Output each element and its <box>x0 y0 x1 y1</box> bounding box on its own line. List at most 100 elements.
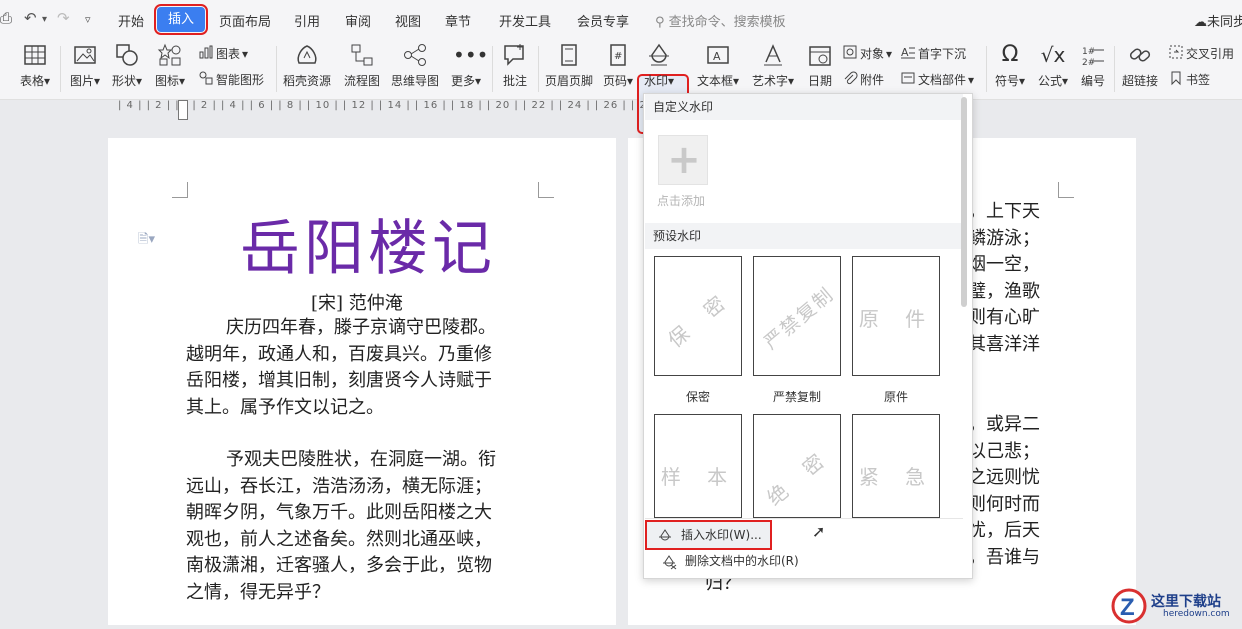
preset-watermark-original[interactable]: 原 件 <box>852 256 940 376</box>
docpart-button[interactable]: 文档部件 ▾ <box>900 70 974 89</box>
comment-button[interactable]: 批注 <box>502 42 528 89</box>
document-title: 岳阳楼记 <box>240 214 496 284</box>
attachment-label: 附件 <box>860 73 885 87</box>
formula-icon: √x <box>1040 43 1066 67</box>
picture-button[interactable]: 图片▾ <box>70 42 100 89</box>
add-custom-watermark-label: 点击添加 <box>657 194 706 208</box>
symbol-label: 符号 <box>995 74 1020 88</box>
symbol-button[interactable]: Ω 符号▾ <box>995 42 1025 89</box>
paragraph-line: 庆历四年春，滕子京谪守巴陵郡。 <box>226 317 496 338</box>
watermark-icon <box>646 42 672 68</box>
icon-library-button[interactable]: 图标▾ <box>155 42 185 89</box>
paragraph-line: ，吾谁与 <box>968 546 1040 568</box>
tab-member[interactable]: 会员专享 <box>577 11 629 30</box>
tab-view[interactable]: 视图 <box>395 11 421 30</box>
horizontal-ruler[interactable]: | 4 | | 2 | | | | 2 | | 4 | | 6 | | 8 | … <box>118 100 754 118</box>
chart-label: 图表 <box>216 47 241 61</box>
formula-button[interactable]: √x 公式▾ <box>1038 42 1068 89</box>
textbox-button[interactable]: A 文本框▾ <box>697 42 739 89</box>
paragraph-line: 观也，前人之述备矣。然则北通巫峡， <box>186 528 492 550</box>
page2-text-block-1: ，上下天 鳞游泳； 烟一空， 璧，渔歌 则有心旷 其喜洋洋 <box>968 199 1040 358</box>
chart-button[interactable]: 图表 ▾ <box>198 44 248 63</box>
paragraph-line: 南极潇湘，迁客骚人，多会于此，览物 <box>186 555 492 576</box>
tab-insert[interactable]: 插入 <box>154 4 208 35</box>
tab-chapter[interactable]: 章节 <box>445 11 471 30</box>
crossref-button[interactable]: 交叉引用 <box>1168 44 1234 63</box>
margin-corner <box>538 182 554 198</box>
preset-watermark-no-copy[interactable]: 严禁复制 <box>753 256 841 376</box>
icons-icon <box>157 42 183 68</box>
bookmark-icon <box>1168 70 1184 89</box>
hyperlink-button[interactable]: 超链接 <box>1122 42 1158 89</box>
remove-watermark-icon <box>661 553 677 570</box>
paragraph-line: 越明年，政通人和，百废具兴。乃重修 <box>186 343 492 365</box>
redo-icon[interactable]: ↷ <box>57 9 70 27</box>
watermark-preview-text: 原 件 <box>858 306 936 331</box>
header-footer-label: 页眉页脚 <box>545 74 594 88</box>
sync-status[interactable]: ☁未同步 <box>1194 11 1242 30</box>
tab-start[interactable]: 开始 <box>118 11 144 30</box>
paragraph-line: 远山，吞长江，浩浩汤汤，横无际涯； <box>186 475 492 497</box>
tab-references[interactable]: 引用 <box>294 11 320 30</box>
numbering-button[interactable]: 1# 2# 编号 <box>1080 42 1106 89</box>
document-icon: 🗎▾ <box>138 232 155 247</box>
dropcap-button[interactable]: A 首字下沉 <box>900 44 966 63</box>
flowchart-button[interactable]: 流程图 <box>344 42 380 89</box>
watermark-preview-text: 紧 急 <box>858 464 936 489</box>
wordart-button[interactable]: 艺术字▾ <box>752 42 794 89</box>
tab-developer[interactable]: 开发工具 <box>499 11 551 30</box>
dropdown-scrollbar[interactable] <box>961 97 967 307</box>
page-number-button[interactable]: # 页码▾ <box>603 42 633 89</box>
command-search[interactable]: ⚲ 查找命令、搜索模板 <box>655 11 786 30</box>
comment-icon <box>502 42 528 68</box>
mindmap-button[interactable]: 思维导图 <box>391 42 439 89</box>
object-button[interactable]: 对象 ▾ <box>842 44 892 63</box>
watermark-icon <box>657 527 673 543</box>
link-icon <box>1127 42 1153 68</box>
ribbon-divider <box>276 46 277 92</box>
ribbon-divider <box>492 46 493 92</box>
paragraph-line: 鳞游泳； <box>968 227 1040 249</box>
more-button[interactable]: ••• 更多▾ <box>451 42 488 89</box>
watermark-button[interactable]: 水印▾ <box>644 42 674 89</box>
customize-quick-access-icon[interactable]: ▿ <box>85 13 91 26</box>
ribbon-divider <box>538 46 539 92</box>
paperclip-icon <box>842 70 858 89</box>
preset-watermark-confidential[interactable]: 保 密 <box>654 256 742 376</box>
paragraph-line: 朝晖夕阴，气象万千。此则岳阳楼之大 <box>186 502 492 523</box>
bookmark-button[interactable]: 书签 <box>1168 70 1210 89</box>
preset-watermark-urgent[interactable]: 紧 急 <box>852 414 940 518</box>
svg-text:A: A <box>901 46 909 59</box>
dropcap-icon: A <box>900 44 916 63</box>
add-custom-watermark-button[interactable]: + <box>658 135 708 185</box>
shape-button[interactable]: 形状▾ <box>112 42 142 89</box>
header-footer-button[interactable]: 页眉页脚 <box>545 42 593 89</box>
print-preview-icon[interactable]: ⎙ <box>0 9 12 27</box>
indent-marker[interactable] <box>178 100 188 120</box>
undo-dropdown-icon[interactable]: ▾ <box>42 14 47 25</box>
docer-resource-button[interactable]: 稻壳资源 <box>283 42 331 89</box>
smartart-button[interactable]: 智能图形 <box>198 70 264 89</box>
ribbon-divider <box>1114 46 1115 92</box>
date-button[interactable]: 日期 <box>807 42 833 89</box>
paragraph-1: 庆历四年春，滕子京谪守巴陵郡。 越明年，政通人和，百废具兴。乃重修 岳阳楼，增其… <box>186 315 496 421</box>
site-logo-name: 这里下载站 <box>1151 594 1221 610</box>
paragraph-2: 予观夫巴陵胜状，在洞庭一湖。衔 远山，吞长江，浩浩汤汤，横无际涯； 朝晖夕阴，气… <box>186 447 496 606</box>
preset-label: 原件 <box>883 390 908 404</box>
watermark-menu-actions: 插入水印(W)... 删除文档中的水印(R) <box>645 518 963 578</box>
paragraph-line: 以己悲； <box>968 440 1040 462</box>
remove-watermark-label: 删除文档中的水印(R) <box>685 554 799 568</box>
preset-label: 严禁复制 <box>772 390 821 404</box>
remove-watermark-item[interactable]: 删除文档中的水印(R) <box>651 548 961 574</box>
attachment-button[interactable]: 附件 <box>842 70 884 89</box>
watermark-preview-text: 样 本 <box>660 464 738 489</box>
insert-watermark-item[interactable]: 插入水印(W)... <box>645 520 772 550</box>
resource-label: 稻壳资源 <box>283 74 332 88</box>
preset-watermark-sample[interactable]: 样 本 <box>654 414 742 518</box>
tab-page-layout[interactable]: 页面布局 <box>219 11 271 30</box>
table-button[interactable]: 表格▾ <box>20 42 50 89</box>
undo-icon[interactable]: ↶ <box>24 9 37 27</box>
preset-watermark-top-secret[interactable]: 绝 密 <box>753 414 841 518</box>
tab-review[interactable]: 审阅 <box>345 11 371 30</box>
omega-icon: Ω <box>1001 42 1019 67</box>
